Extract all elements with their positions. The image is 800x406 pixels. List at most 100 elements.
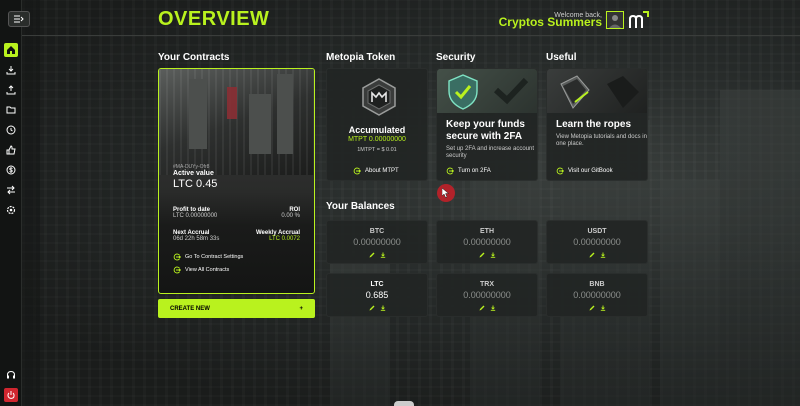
metopia-logo-icon: [629, 11, 649, 28]
download-icon[interactable]: [600, 305, 606, 311]
pointer-icon: [442, 188, 450, 198]
token-rate: 1MTPT = $ 0.01: [357, 147, 397, 153]
sidebar-item-files[interactable]: [4, 103, 18, 117]
sidebar-item-rewards[interactable]: [4, 143, 18, 157]
pencil-icon[interactable]: [479, 252, 485, 258]
sidebar-item-transfer[interactable]: [4, 183, 18, 197]
check-mark-icon: [493, 77, 529, 105]
gitbook-label: Visit our GitBook: [568, 168, 613, 174]
sidebar-item-home[interactable]: [3, 43, 18, 57]
download-icon[interactable]: [380, 252, 386, 258]
balance-symbol: LTC: [370, 281, 384, 288]
about-mtpt-label: About MTPT: [365, 168, 399, 174]
background: [0, 0, 800, 406]
useful-image: [547, 69, 647, 113]
pencil-icon[interactable]: [589, 305, 595, 311]
arrow-circle-icon: [173, 253, 181, 261]
sidebar-toggle-button[interactable]: [8, 11, 30, 27]
useful-title: Learn the ropes: [556, 119, 632, 130]
clock-icon: [6, 125, 15, 135]
balance-actions: [547, 305, 647, 311]
arrow-circle-icon: [446, 167, 454, 175]
metopia-logo[interactable]: [628, 10, 650, 30]
download-icon[interactable]: [600, 252, 606, 258]
balance-card-ltc[interactable]: LTC 0.685: [326, 273, 428, 317]
turn-on-2fa-label: Turn on 2FA: [458, 168, 491, 174]
balance-symbol: ETH: [480, 228, 494, 235]
balance-amount: 0.00000000: [353, 237, 401, 247]
contract-settings-link[interactable]: Go To Contract Settings: [173, 253, 243, 261]
next-accrual-block: Next Accrual 06d 22h 58m 33s: [173, 230, 219, 242]
weekly-accrual-value: LTC 0.0072: [269, 236, 300, 242]
balance-actions: [327, 305, 427, 311]
contract-settings-label: Go To Contract Settings: [185, 254, 244, 260]
transfer-icon: [6, 185, 15, 195]
balance-card-trx[interactable]: TRX 0.00000000: [436, 273, 538, 317]
sidebar-item-finance[interactable]: [4, 163, 18, 177]
sidebar-item-settings[interactable]: [4, 203, 18, 217]
mouse-cursor: [437, 184, 455, 202]
download-icon[interactable]: [380, 305, 386, 311]
token-section-title: Metopia Token: [326, 52, 396, 63]
create-new-button[interactable]: CREATE NEW +: [158, 299, 315, 318]
sidebar-item-history[interactable]: [4, 123, 18, 137]
view-all-contracts-label: View All Contracts: [185, 267, 230, 273]
balance-amount: 0.00000000: [573, 290, 621, 300]
balance-actions: [437, 305, 537, 311]
token-panel: Accumulated MTPT 0.00000000 1MTPT = $ 0.…: [326, 68, 428, 181]
sidebar-item-withdraw[interactable]: [4, 83, 18, 97]
profit-value: LTC 0.00000000: [173, 213, 218, 219]
active-value: LTC 0.45: [173, 178, 218, 190]
view-all-contracts-link[interactable]: View All Contracts: [173, 266, 229, 274]
balance-amount: 0.00000000: [573, 237, 621, 247]
balance-symbol: BTC: [369, 228, 385, 235]
balance-actions: [327, 252, 427, 258]
turn-on-2fa-link[interactable]: Turn on 2FA: [446, 167, 491, 175]
settings-icon: [6, 205, 15, 215]
balance-amount: 0.685: [365, 290, 389, 300]
security-desc: Set up 2FA and increase account security: [446, 146, 535, 159]
arrow-circle-icon: [556, 167, 564, 175]
home-icon: [6, 46, 15, 54]
folder-icon: [6, 106, 15, 114]
about-mtpt-link[interactable]: About MTPT: [353, 167, 399, 175]
balance-card-btc[interactable]: BTC 0.00000000: [326, 220, 428, 264]
pencil-icon[interactable]: [589, 252, 595, 258]
sidebar-item-deposit[interactable]: [4, 63, 18, 77]
download-icon[interactable]: [490, 252, 496, 258]
balance-card-usdt[interactable]: USDT 0.00000000: [546, 220, 648, 264]
logout-button[interactable]: [3, 388, 18, 402]
contract-card[interactable]: #MA-DUYy-Ofr8 Active value LTC 0.45 Prof…: [158, 68, 315, 294]
next-accrual-value: 06d 22h 58m 33s: [173, 236, 220, 242]
download-icon: [6, 66, 15, 75]
balance-card-bnb[interactable]: BNB 0.00000000: [546, 273, 648, 317]
token-accumulated-label: Accumulated: [348, 125, 406, 135]
upload-icon: [6, 85, 15, 95]
support-button[interactable]: [4, 368, 18, 382]
book-shadow-icon: [607, 76, 639, 108]
balance-symbol: TRX: [480, 281, 494, 288]
balance-symbol: USDT: [587, 228, 607, 235]
dollar-icon: [6, 165, 15, 175]
avatar[interactable]: [606, 11, 624, 29]
scroll-indicator[interactable]: [394, 401, 414, 406]
balance-amount: 0.00000000: [463, 237, 511, 247]
token-coin-icon: [362, 78, 396, 116]
top-bar: OVERVIEW Welcome back, Cryptos Summers: [0, 0, 800, 36]
page-title: OVERVIEW: [158, 8, 270, 30]
headset-icon: [6, 370, 15, 379]
shield-check-icon: [448, 74, 478, 110]
balance-card-eth[interactable]: ETH 0.00000000: [436, 220, 538, 264]
security-title: Keep your funds secure with 2FA: [446, 119, 525, 142]
gitbook-link[interactable]: Visit our GitBook: [556, 167, 613, 175]
pencil-icon[interactable]: [479, 305, 485, 311]
user-avatar-icon: [609, 15, 621, 28]
download-icon[interactable]: [490, 305, 496, 311]
pencil-icon[interactable]: [369, 305, 375, 311]
useful-panel: Learn the ropes View Metopia tutorials a…: [546, 68, 648, 181]
balance-symbol: BNB: [589, 281, 605, 288]
security-panel: Keep your funds secure with 2FA Set up 2…: [436, 68, 538, 181]
useful-section-title: Useful: [546, 52, 577, 63]
pencil-icon[interactable]: [369, 252, 375, 258]
plus-icon: +: [299, 305, 303, 312]
